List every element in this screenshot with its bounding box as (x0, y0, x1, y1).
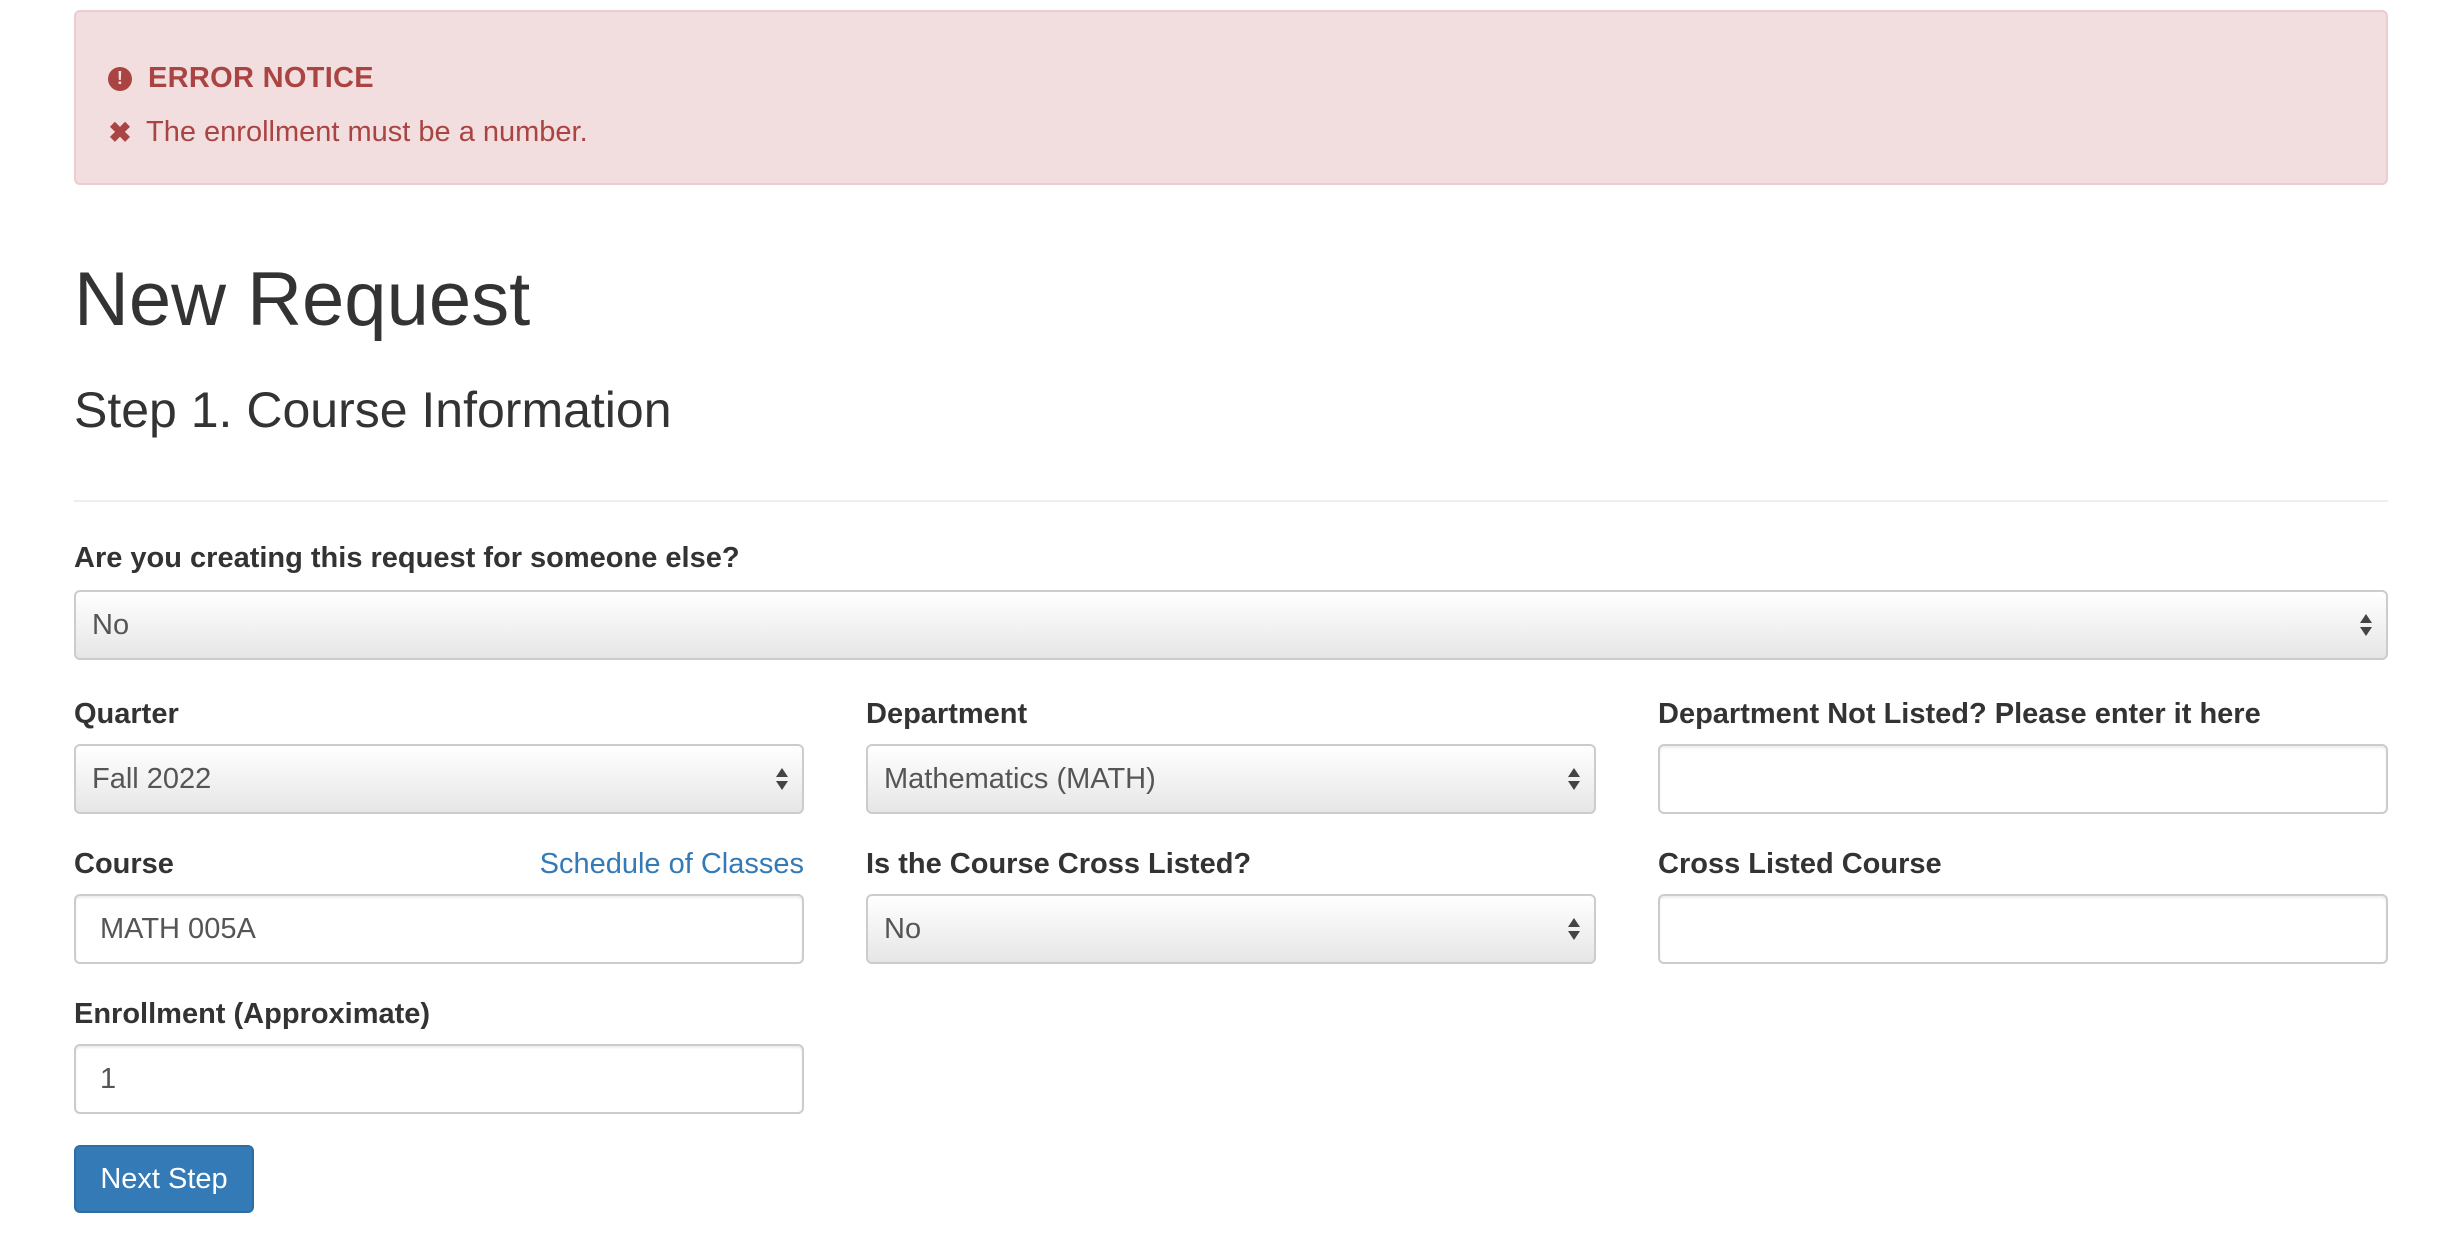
course-input[interactable] (74, 894, 804, 964)
cross-listed-course-label: Cross Listed Course (1658, 848, 1942, 880)
select-arrows-icon (1568, 918, 1580, 940)
alert-title: ERROR NOTICE (148, 62, 374, 94)
page-title: New Request (74, 257, 531, 342)
alert-message-row: ✖ The enrollment must be a number. (108, 116, 588, 149)
enrollment-label: Enrollment (Approximate) (74, 998, 431, 1030)
cross-listed-select[interactable]: No (866, 894, 1596, 964)
quarter-value: Fall 2022 (92, 762, 212, 795)
select-arrows-icon (776, 768, 788, 790)
select-arrows-icon (2360, 614, 2372, 636)
alert-title-row: ! ERROR NOTICE (108, 62, 374, 95)
enrollment-input[interactable] (74, 1044, 804, 1114)
dept-not-listed-input[interactable] (1658, 744, 2388, 814)
alert-message: The enrollment must be a number. (146, 116, 588, 148)
cross-listed-course-input[interactable] (1658, 894, 2388, 964)
error-alert: ! ERROR NOTICE ✖ The enrollment must be … (74, 10, 2388, 185)
schedule-of-classes-link[interactable]: Schedule of Classes (540, 848, 804, 881)
someone-else-value: No (92, 608, 130, 641)
cross-listed-value: No (884, 912, 922, 945)
department-select[interactable]: Mathematics (MATH) (866, 744, 1596, 814)
cross-listed-label: Is the Course Cross Listed? (866, 848, 1252, 880)
exclamation-circle-icon: ! (108, 66, 132, 91)
step-title: Step 1. Course Information (74, 382, 672, 438)
next-step-button[interactable]: Next Step (74, 1145, 254, 1213)
select-arrows-icon (1568, 768, 1580, 790)
course-label: Course (74, 848, 174, 880)
department-label: Department (866, 698, 1028, 730)
someone-else-label: Are you creating this request for someon… (74, 542, 740, 574)
divider (74, 500, 2388, 502)
someone-else-select[interactable]: No (74, 590, 2388, 660)
dept-not-listed-label: Department Not Listed? Please enter it h… (1658, 698, 2261, 730)
times-icon: ✖ (108, 117, 132, 148)
department-value: Mathematics (MATH) (884, 762, 1156, 795)
quarter-select[interactable]: Fall 2022 (74, 744, 804, 814)
quarter-label: Quarter (74, 698, 179, 730)
